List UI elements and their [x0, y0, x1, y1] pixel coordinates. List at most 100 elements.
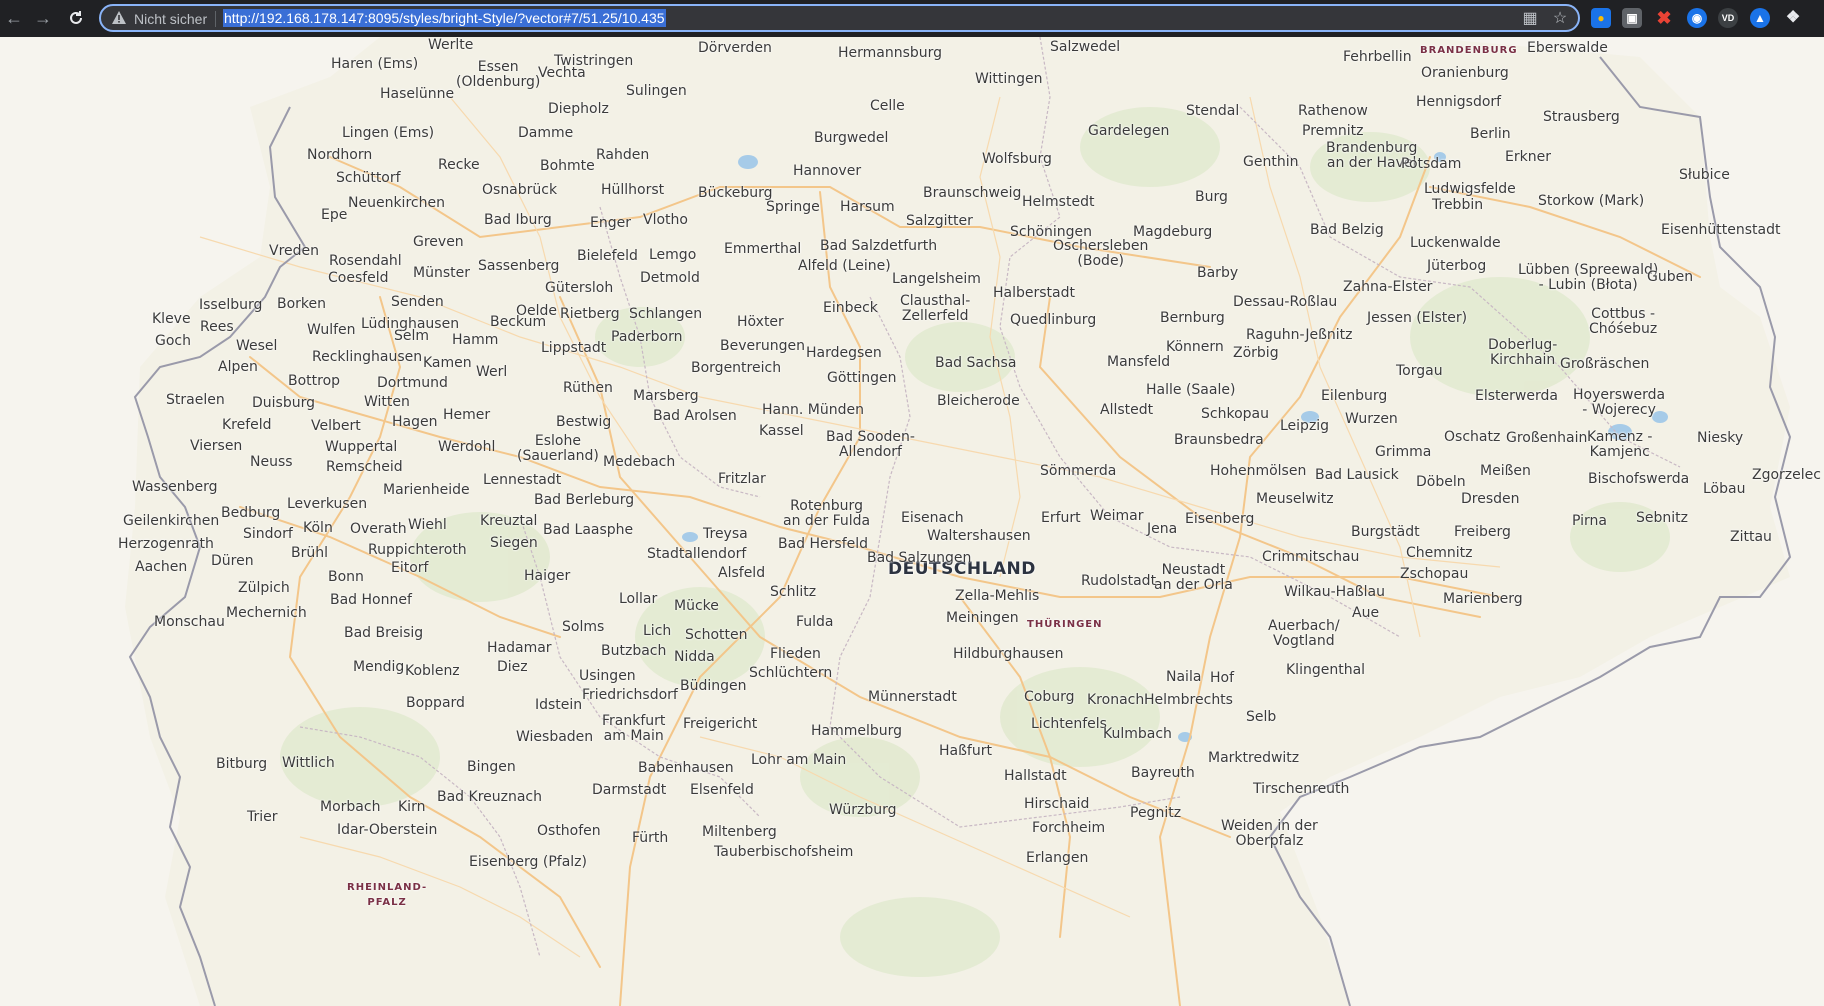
city-label-celle: Celle	[870, 98, 905, 114]
city-label-konnern: Könnern	[1166, 339, 1224, 355]
city-label-idstein: Idstein	[535, 697, 583, 713]
city-label-tirschenreuth: Tirschenreuth	[1253, 781, 1350, 797]
city-label-greven: Greven	[413, 234, 464, 250]
city-label-goch: Goch	[155, 333, 191, 349]
city-label-hirschaid: Hirschaid	[1024, 796, 1090, 812]
city-label-kamen: Kamen	[423, 355, 472, 371]
city-label-gottingen: Göttingen	[827, 370, 897, 386]
city-label-marktredwitz: Marktredwitz	[1208, 750, 1300, 766]
security-label[interactable]: Nicht sicher	[134, 11, 207, 27]
city-label-remscheid: Remscheid	[326, 459, 403, 475]
city-label-damme: Damme	[518, 125, 574, 141]
city-label-neuenkirchen: Neuenkirchen	[348, 195, 445, 211]
city-label-meiningen: Meiningen	[946, 610, 1019, 626]
city-label-zulpich: Zülpich	[238, 580, 290, 596]
city-label-allstedt: Allstedt	[1100, 402, 1154, 418]
city-label-stadtallendorf: Stadtallendorf	[647, 546, 747, 562]
city-label-bielefeld: Bielefeld	[577, 248, 638, 264]
city-label-helmstedt: Helmstedt	[1022, 194, 1095, 210]
city-label-doberlug: Doberlug- Kirchhain	[1488, 337, 1558, 368]
city-label-oranienburg: Oranienburg	[1421, 65, 1509, 81]
city-label-bad-belzig: Bad Belzig	[1310, 222, 1384, 238]
city-label-bitburg: Bitburg	[216, 756, 268, 772]
city-label-coesfeld: Coesfeld	[328, 270, 389, 286]
back-icon[interactable]: ←	[2, 6, 26, 30]
city-label-krefeld: Krefeld	[222, 417, 272, 433]
city-label-wittlich: Wittlich	[282, 755, 335, 771]
city-label-wuppertal: Wuppertal	[325, 439, 398, 455]
city-label-grossenhain: Großenhain	[1506, 430, 1588, 446]
city-label-hannover: Hannover	[793, 163, 862, 179]
city-label-freigericht: Freigericht	[683, 716, 758, 732]
city-label-bad-breisig: Bad Breisig	[344, 625, 424, 641]
extension-4-icon[interactable]: ◉	[1687, 8, 1707, 28]
city-label-schotten: Schotten	[685, 627, 748, 643]
city-label-epe: Epe	[321, 207, 348, 223]
city-label-lollar: Lollar	[619, 591, 658, 607]
warning-icon[interactable]	[111, 10, 127, 26]
city-label-siegen: Siegen	[490, 535, 538, 551]
city-label-bernburg: Bernburg	[1160, 310, 1225, 326]
city-label-bad-kreuznach: Bad Kreuznach	[437, 789, 543, 805]
extension-1-icon[interactable]: ●	[1591, 8, 1611, 28]
city-label-monschau: Monschau	[154, 614, 225, 630]
city-label-bad-iburg: Bad Iburg	[484, 212, 552, 228]
city-label-miltenberg: Miltenberg	[702, 824, 777, 840]
city-label-eisenhuttenstadt: Eisenhüttenstadt	[1661, 222, 1781, 238]
city-label-bad-honnef: Bad Honnef	[330, 592, 412, 608]
city-label-zella-mehlis: Zella-Mehlis	[955, 588, 1040, 604]
forward-icon[interactable]: →	[31, 6, 55, 30]
city-label-coburg: Coburg	[1024, 689, 1075, 705]
city-label-hermannsburg: Hermannsburg	[838, 45, 943, 61]
city-label-medebach: Medebach	[603, 454, 676, 470]
city-label-elsenfeld: Elsenfeld	[690, 782, 754, 798]
city-label-hallstadt: Hallstadt	[1004, 768, 1067, 784]
city-label-schuttorf: Schüttorf	[336, 170, 401, 186]
map-view[interactable]: DEUTSCHLAND BRANDENBURG THÜRINGEN RHEINLAN…	[0, 37, 1824, 1006]
city-label-schlitz: Schlitz	[770, 584, 817, 600]
address-bar[interactable]: Nicht sicher http://192.168.178.147:8095…	[99, 4, 1580, 32]
qr-code-icon[interactable]: ▦	[1521, 10, 1539, 28]
bookmark-star-icon[interactable]: ☆	[1551, 10, 1569, 28]
city-label-vreden: Vreden	[269, 243, 320, 259]
city-label-bad-laasphe: Bad Laasphe	[543, 522, 634, 538]
city-label-waltershausen: Waltershausen	[927, 528, 1031, 544]
extension-6-icon[interactable]: ▲	[1750, 8, 1770, 28]
city-label-oschatz: Oschatz	[1444, 429, 1501, 445]
city-label-hennigsdorf: Hennigsdorf	[1416, 94, 1502, 110]
city-label-schlangen: Schlangen	[629, 306, 703, 322]
city-label-trier: Trier	[247, 809, 278, 825]
city-label-storkow: Storkow (Mark)	[1538, 193, 1645, 209]
city-label-bedburg: Bedburg	[221, 505, 281, 521]
city-label-potsdam: Potsdam	[1401, 156, 1462, 172]
city-label-borgentreich: Borgentreich	[691, 360, 782, 376]
city-label-bad-salzungen: Bad Salzungen	[867, 550, 972, 566]
city-label-weiden: Weiden in der Oberpfalz	[1221, 818, 1318, 849]
city-label-osnabruck: Osnabrück	[482, 182, 558, 198]
reload-icon[interactable]	[64, 6, 88, 30]
city-label-furth: Fürth	[632, 830, 669, 846]
state-label-brandenburg: BRANDENBURG	[1420, 45, 1518, 56]
city-label-zschopau: Zschopau	[1400, 566, 1469, 582]
city-label-grossraschen: Großräschen	[1560, 356, 1650, 372]
city-label-kassel: Kassel	[759, 423, 804, 439]
city-label-diepholz: Diepholz	[548, 101, 609, 117]
city-label-buckeburg: Bückeburg	[698, 185, 773, 201]
extensions-puzzle-icon[interactable]: ❖	[1783, 8, 1803, 28]
city-label-erlangen: Erlangen	[1026, 850, 1089, 866]
city-label-bonn: Bonn	[328, 569, 364, 585]
city-label-geilenkirchen: Geilenkirchen	[123, 513, 220, 529]
extension-5-icon[interactable]: VD	[1718, 8, 1738, 28]
city-label-kleve: Kleve	[152, 311, 191, 327]
city-label-haselunne: Haselünne	[380, 86, 455, 102]
city-label-velbert: Velbert	[311, 418, 361, 434]
city-label-burgstadt: Burgstädt	[1351, 524, 1420, 540]
city-label-eslohe: Eslohe (Sauerland)	[517, 433, 599, 464]
extension-3-icon[interactable]: ✖	[1654, 8, 1674, 28]
city-label-salzgitter: Salzgitter	[906, 213, 973, 229]
city-label-tauberbischofsheim: Tauberbischofsheim	[714, 844, 854, 860]
city-label-rathenow: Rathenow	[1298, 103, 1368, 119]
extension-2-icon[interactable]: ▣	[1622, 8, 1642, 28]
city-label-doebeln: Döbeln	[1416, 474, 1466, 490]
url-text[interactable]: http://192.168.178.147:8095/styles/brigh…	[223, 9, 666, 27]
